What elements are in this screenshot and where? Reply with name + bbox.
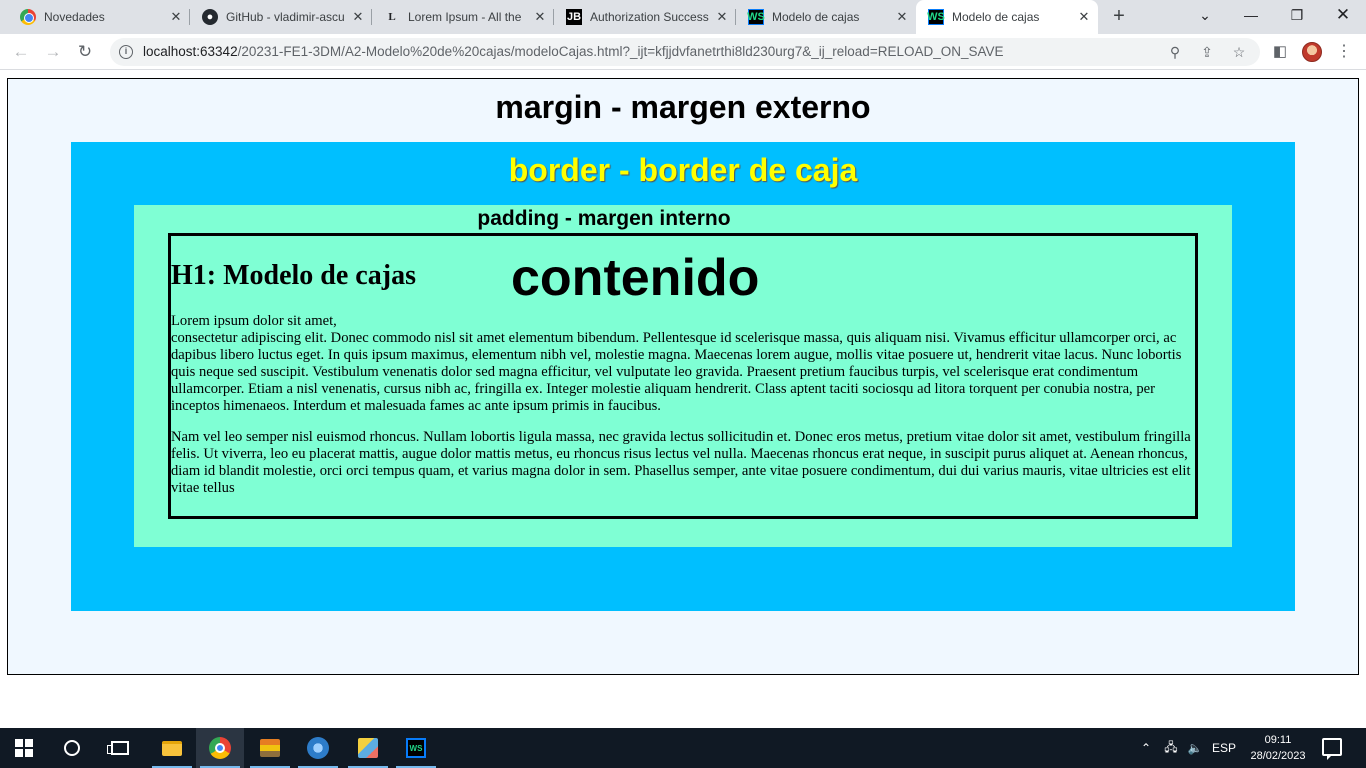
bookmark-star-icon[interactable]: ☆ xyxy=(1230,43,1248,61)
url-host: localhost:63342 xyxy=(143,44,238,59)
tab-title: Lorem Ipsum - All the xyxy=(408,10,522,24)
chrome-icon xyxy=(209,737,231,759)
paint-icon xyxy=(358,738,378,758)
task-view-icon xyxy=(107,741,129,755)
start-button[interactable] xyxy=(0,728,48,768)
clock-date: 28/02/2023 xyxy=(1250,750,1306,762)
tab-modelo-cajas-active[interactable]: WS Modelo de cajas ✕ xyxy=(916,0,1098,34)
browser-toolbar: ← → ↻ i localhost:63342/20231-FE1-3DM/A2… xyxy=(0,34,1366,70)
tab-title: Authorization Success xyxy=(590,10,709,24)
books-icon xyxy=(260,739,280,757)
tab-title: GitHub - vladimir-ascu xyxy=(226,10,345,24)
paint-app-button[interactable] xyxy=(344,728,392,768)
page-heading: H1: Modelo de cajas xyxy=(171,260,416,291)
close-tab-icon[interactable]: ✕ xyxy=(350,9,366,25)
search-button[interactable] xyxy=(48,728,96,768)
reload-button[interactable]: ↻ xyxy=(74,41,96,63)
content-box: H1: Modelo de cajas contenido Lorem ipsu… xyxy=(168,233,1198,519)
chrome-icon xyxy=(20,9,36,25)
new-tab-button[interactable]: + xyxy=(1108,6,1130,28)
jetbrains-icon: JB xyxy=(566,9,582,25)
paragraph-1-rest: consectetur adipiscing elit. Donec commo… xyxy=(171,330,1182,414)
tab-title: Modelo de cajas xyxy=(952,10,1040,24)
address-bar[interactable]: i localhost:63342/20231-FE1-3DM/A2-Model… xyxy=(110,38,1260,66)
github-icon: ● xyxy=(202,9,218,25)
close-tab-icon[interactable]: ✕ xyxy=(894,9,910,25)
back-button[interactable]: ← xyxy=(10,41,32,63)
search-icon xyxy=(64,740,80,756)
webstorm-icon: WS xyxy=(747,9,765,25)
webstorm-icon: WS xyxy=(406,738,426,758)
url-path: /20231-FE1-3DM/A2-Modelo%20de%20cajas/mo… xyxy=(237,44,1004,59)
tab-title: Novedades xyxy=(44,10,105,24)
tab-github[interactable]: ● GitHub - vladimir-ascu ✕ xyxy=(190,0,372,34)
profile-avatar[interactable] xyxy=(1302,42,1322,62)
language-indicator[interactable]: ESP xyxy=(1210,728,1238,768)
share-icon[interactable]: ⇪ xyxy=(1198,43,1216,61)
chrome-taskbar-button[interactable] xyxy=(196,728,244,768)
padding-title: padding - margen interno xyxy=(477,207,731,230)
paragraph-2: Nam vel leo semper nisl euismod rhoncus.… xyxy=(171,429,1191,496)
paragraphs: Lorem ipsum dolor sit amet, consectetur a… xyxy=(171,313,1197,511)
lorem-ipsum-icon: L xyxy=(388,11,396,23)
border-box: border - border de caja padding - margen… xyxy=(71,142,1295,611)
globe-app-button[interactable] xyxy=(294,728,342,768)
tab-lorem-ipsum[interactable]: L Lorem Ipsum - All the ✕ xyxy=(372,0,554,34)
margin-box: margin - margen externo border - border … xyxy=(7,78,1359,675)
content-title: contenido xyxy=(511,249,760,307)
url-text[interactable]: localhost:63342/20231-FE1-3DM/A2-Modelo%… xyxy=(143,44,1004,59)
network-icon[interactable]: 🖧 xyxy=(1160,728,1182,768)
webstorm-icon: WS xyxy=(927,9,945,25)
windows-taskbar: WS ⌃ 🖧 🔈 ESP 09:11 28/02/2023 xyxy=(0,728,1366,768)
margin-title: margin - margen externo xyxy=(495,89,871,125)
menu-icon[interactable]: ⋮ xyxy=(1334,42,1354,62)
site-info-icon[interactable]: i xyxy=(119,45,133,59)
tab-authorization[interactable]: JB Authorization Success ✕ xyxy=(554,0,736,34)
folder-icon xyxy=(162,740,182,756)
forward-button[interactable]: → xyxy=(42,41,64,63)
restore-button[interactable]: ❐ xyxy=(1274,0,1320,30)
close-tab-icon[interactable]: ✕ xyxy=(532,9,548,25)
file-explorer-button[interactable] xyxy=(148,728,196,768)
webstorm-taskbar-button[interactable]: WS xyxy=(392,728,440,768)
tab-novedades[interactable]: Novedades ✕ xyxy=(0,0,190,34)
close-tab-icon[interactable]: ✕ xyxy=(168,9,184,25)
page-viewport: margin - margen externo border - border … xyxy=(0,71,1366,728)
windows-logo-icon xyxy=(15,739,33,757)
browser-tab-strip: Novedades ✕ ● GitHub - vladimir-ascu ✕ L… xyxy=(0,0,1366,34)
books-app-button[interactable] xyxy=(246,728,294,768)
close-tab-icon[interactable]: ✕ xyxy=(714,9,730,25)
task-view-button[interactable] xyxy=(96,728,144,768)
paragraph-1-line-1: Lorem ipsum dolor sit amet, xyxy=(171,313,337,329)
close-tab-icon[interactable]: ✕ xyxy=(1076,9,1092,25)
tab-search-button[interactable]: ⌄ xyxy=(1182,0,1228,30)
side-panel-icon[interactable]: ◧ xyxy=(1270,42,1290,62)
notifications-icon[interactable] xyxy=(1322,738,1342,760)
padding-box: padding - margen interno H1: Modelo de c… xyxy=(134,205,1232,547)
tab-modelo-cajas[interactable]: WS Modelo de cajas ✕ xyxy=(736,0,916,34)
zoom-icon[interactable]: ⚲ xyxy=(1166,43,1184,61)
paragraph-1: Lorem ipsum dolor sit amet, consectetur a… xyxy=(171,313,1197,415)
tab-title: Modelo de cajas xyxy=(772,10,860,24)
clock-time: 09:11 xyxy=(1264,734,1292,746)
minimize-button[interactable]: — xyxy=(1228,0,1274,30)
close-window-button[interactable]: ✕ xyxy=(1320,0,1366,30)
volume-icon[interactable]: 🔈 xyxy=(1184,728,1206,768)
show-hidden-icons-button[interactable]: ⌃ xyxy=(1136,728,1156,768)
border-title: border - border de caja xyxy=(508,152,858,188)
clock[interactable]: 09:11 28/02/2023 xyxy=(1246,732,1310,764)
globe-app-icon xyxy=(307,737,329,759)
